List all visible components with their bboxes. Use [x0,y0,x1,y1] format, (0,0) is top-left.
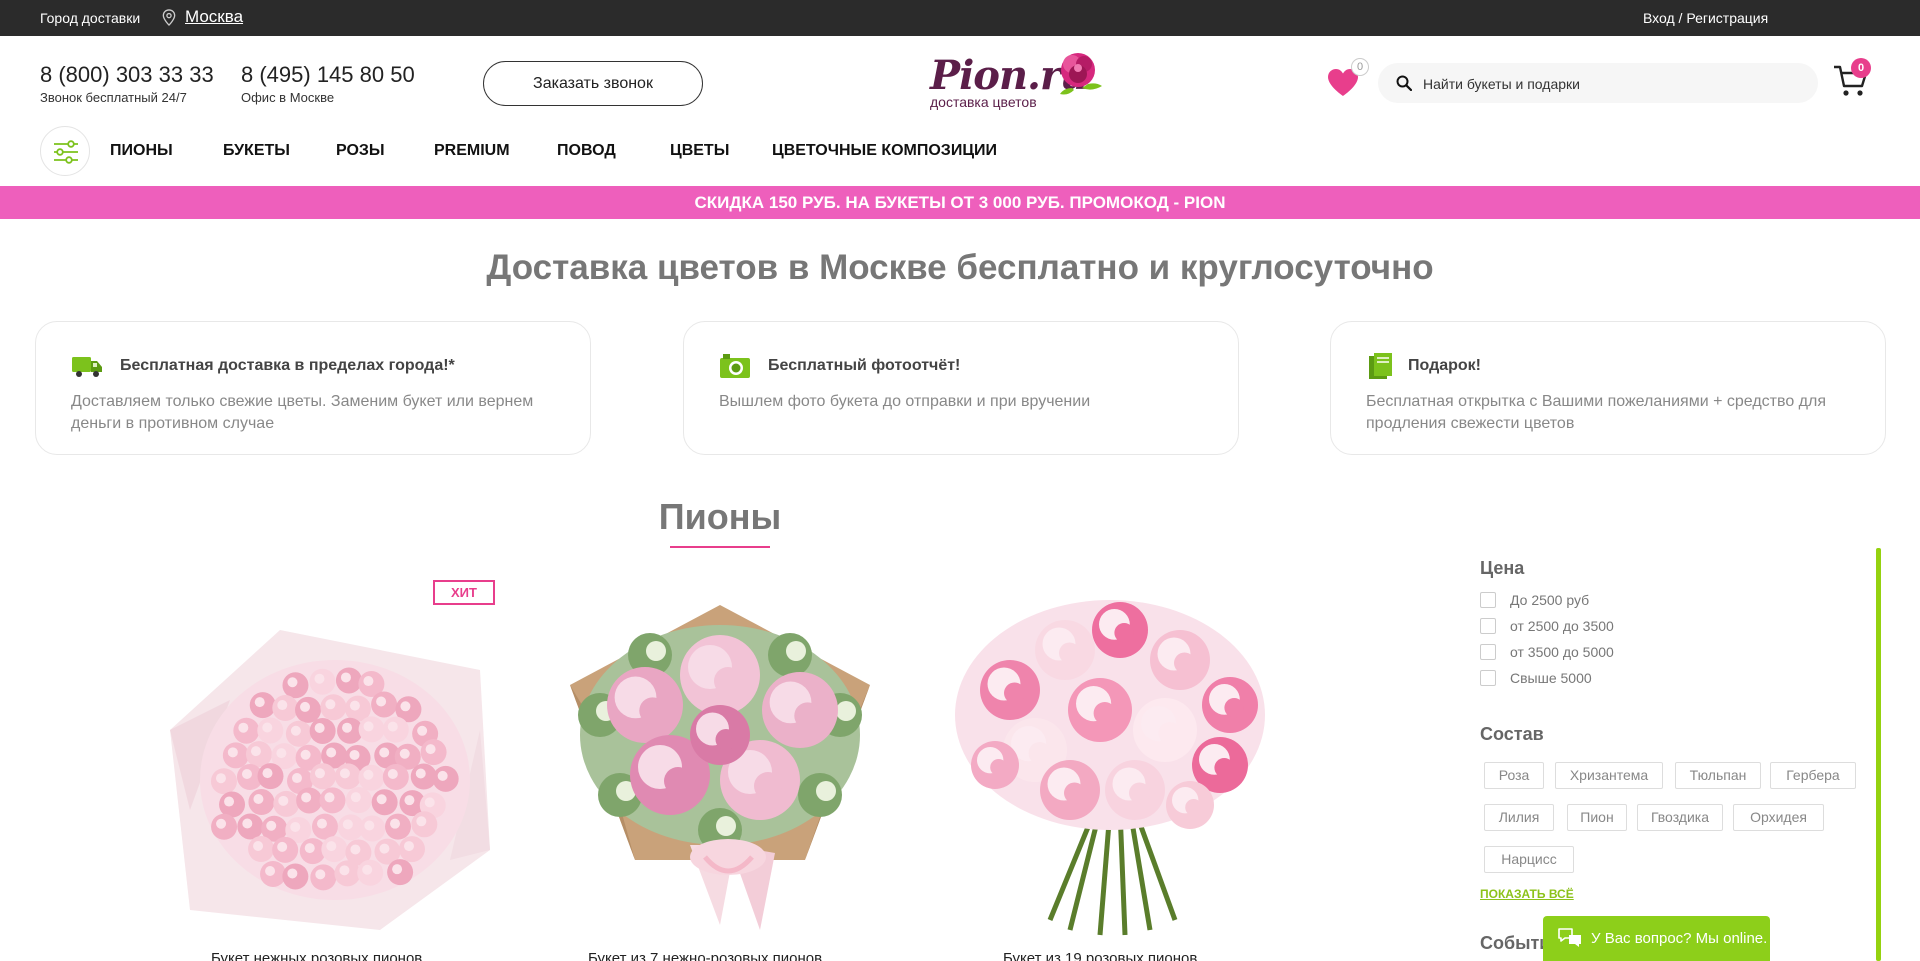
nav-item-compositions[interactable]: ЦВЕТОЧНЫЕ КОМПОЗИЦИИ [772,142,997,160]
sidebar-scrollbar[interactable] [1876,548,1881,961]
product-image-3[interactable] [950,590,1275,940]
product-name-1[interactable]: Букет нежных розовых пионов [211,950,422,961]
hit-badge: ХИТ [433,580,495,605]
feature-card-delivery: Бесплатная доставка в пределах города!* … [35,321,591,455]
price-option-label: от 2500 до 3500 [1510,618,1614,634]
login-register-link[interactable]: Вход / Регистрация [1643,10,1768,26]
location-pin-icon [162,9,176,26]
phone-office-caption: Офис в Москве [241,90,335,105]
city-selector[interactable]: Москва [185,7,243,27]
feature-title: Подарок! [1408,357,1481,374]
nav-item-occasion[interactable]: ПОВОД [557,142,616,160]
truck-icon [72,357,102,377]
phone-office[interactable]: 8 (495) 145 80 50 [241,62,415,88]
price-option-label: от 3500 до 5000 [1510,644,1614,660]
tag-peony[interactable]: Пион [1567,804,1627,831]
gift-card-icon [1369,353,1392,379]
price-checkbox[interactable] [1480,618,1496,634]
price-checkbox[interactable] [1480,644,1496,660]
request-call-button[interactable]: Заказать звонок [483,61,703,106]
tag-narcissus[interactable]: Нарцисс [1484,846,1574,873]
search-icon [1396,75,1412,91]
nav-item-peonies[interactable]: ПИОНЫ [110,142,173,160]
phone-free[interactable]: 8 (800) 303 33 33 [40,62,214,88]
feature-title: Бесплатная доставка в пределах города!* [120,357,455,374]
section-title: Пионы [658,496,782,537]
price-checkbox[interactable] [1480,592,1496,608]
top-bar: Город доставки Москва Вход / Регистрация [0,0,1920,36]
feature-title: Бесплатный фотоотчёт! [768,357,961,374]
chat-label: У Вас вопрос? Мы online. [1591,930,1768,947]
tag-chrysanthemum[interactable]: Хризантема [1555,762,1663,789]
nav-item-premium[interactable]: PREMIUM [434,142,510,160]
sliders-icon [54,140,78,164]
product-name-2[interactable]: Букет из 7 нежно-розовых пионов [588,950,822,961]
city-label: Город доставки [40,10,141,26]
promo-banner: СКИДКА 150 РУБ. НА БУКЕТЫ ОТ 3 000 РУБ. … [0,186,1920,219]
price-option-label: До 2500 руб [1510,592,1590,608]
show-all-link[interactable]: ПОКАЗАТЬ ВСЁ [1480,887,1574,901]
tag-tulip[interactable]: Тюльпан [1675,762,1761,789]
product-image-2[interactable] [560,595,880,940]
nav-item-roses[interactable]: РОЗЫ [336,142,385,160]
online-chat-button[interactable]: У Вас вопрос? Мы online. [1543,916,1770,961]
search-placeholder: Найти букеты и подарки [1423,76,1580,92]
nav-item-bouquets[interactable]: БУКЕТЫ [223,142,290,160]
phone-free-caption: Звонок бесплатный 24/7 [40,90,187,105]
price-option-label: Свыше 5000 [1510,670,1592,686]
search-input[interactable]: Найти букеты и подарки [1378,63,1818,103]
tag-orchid[interactable]: Орхидея [1733,804,1824,831]
nav-item-flowers[interactable]: ЦВЕТЫ [670,142,729,160]
chat-bubbles-icon [1558,928,1581,947]
section-underline [670,546,770,548]
peony-logo-icon [1060,53,1102,95]
favorites-count-badge: 0 [1351,58,1369,76]
tag-lily[interactable]: Лилия [1484,804,1554,831]
feature-card-gift: Подарок! Бесплатная открытка с Вашими по… [1330,321,1886,455]
composition-filter-title: Состав [1480,724,1544,744]
price-filter-title: Цена [1480,558,1525,578]
feature-card-photo: Бесплатный фотоотчёт! Вышлем фото букета… [683,321,1239,455]
page-title: Доставка цветов в Москве бесплатно и кру… [486,248,1434,287]
price-checkbox[interactable] [1480,670,1496,686]
filters-button[interactable] [40,126,90,176]
site-logo[interactable]: Pion.ru доставка цветов [930,48,1110,114]
feature-text: Доставляем только свежие цветы. Заменим … [71,393,534,432]
feature-text: Бесплатная открытка с Вашими пожеланиями… [1366,393,1826,432]
product-name-3[interactable]: Букет из 19 розовых пионов [1003,950,1197,961]
logo-subtitle: доставка цветов [930,94,1037,110]
cart-count-badge: 0 [1851,58,1871,78]
tag-carnation[interactable]: Гвоздика [1637,804,1723,831]
feature-text: Вышлем фото букета до отправки и при вру… [719,393,1091,410]
camera-icon [720,354,750,378]
product-image-1[interactable] [150,610,510,940]
tag-rose[interactable]: Роза [1484,762,1544,789]
tag-gerbera[interactable]: Гербера [1770,762,1856,789]
